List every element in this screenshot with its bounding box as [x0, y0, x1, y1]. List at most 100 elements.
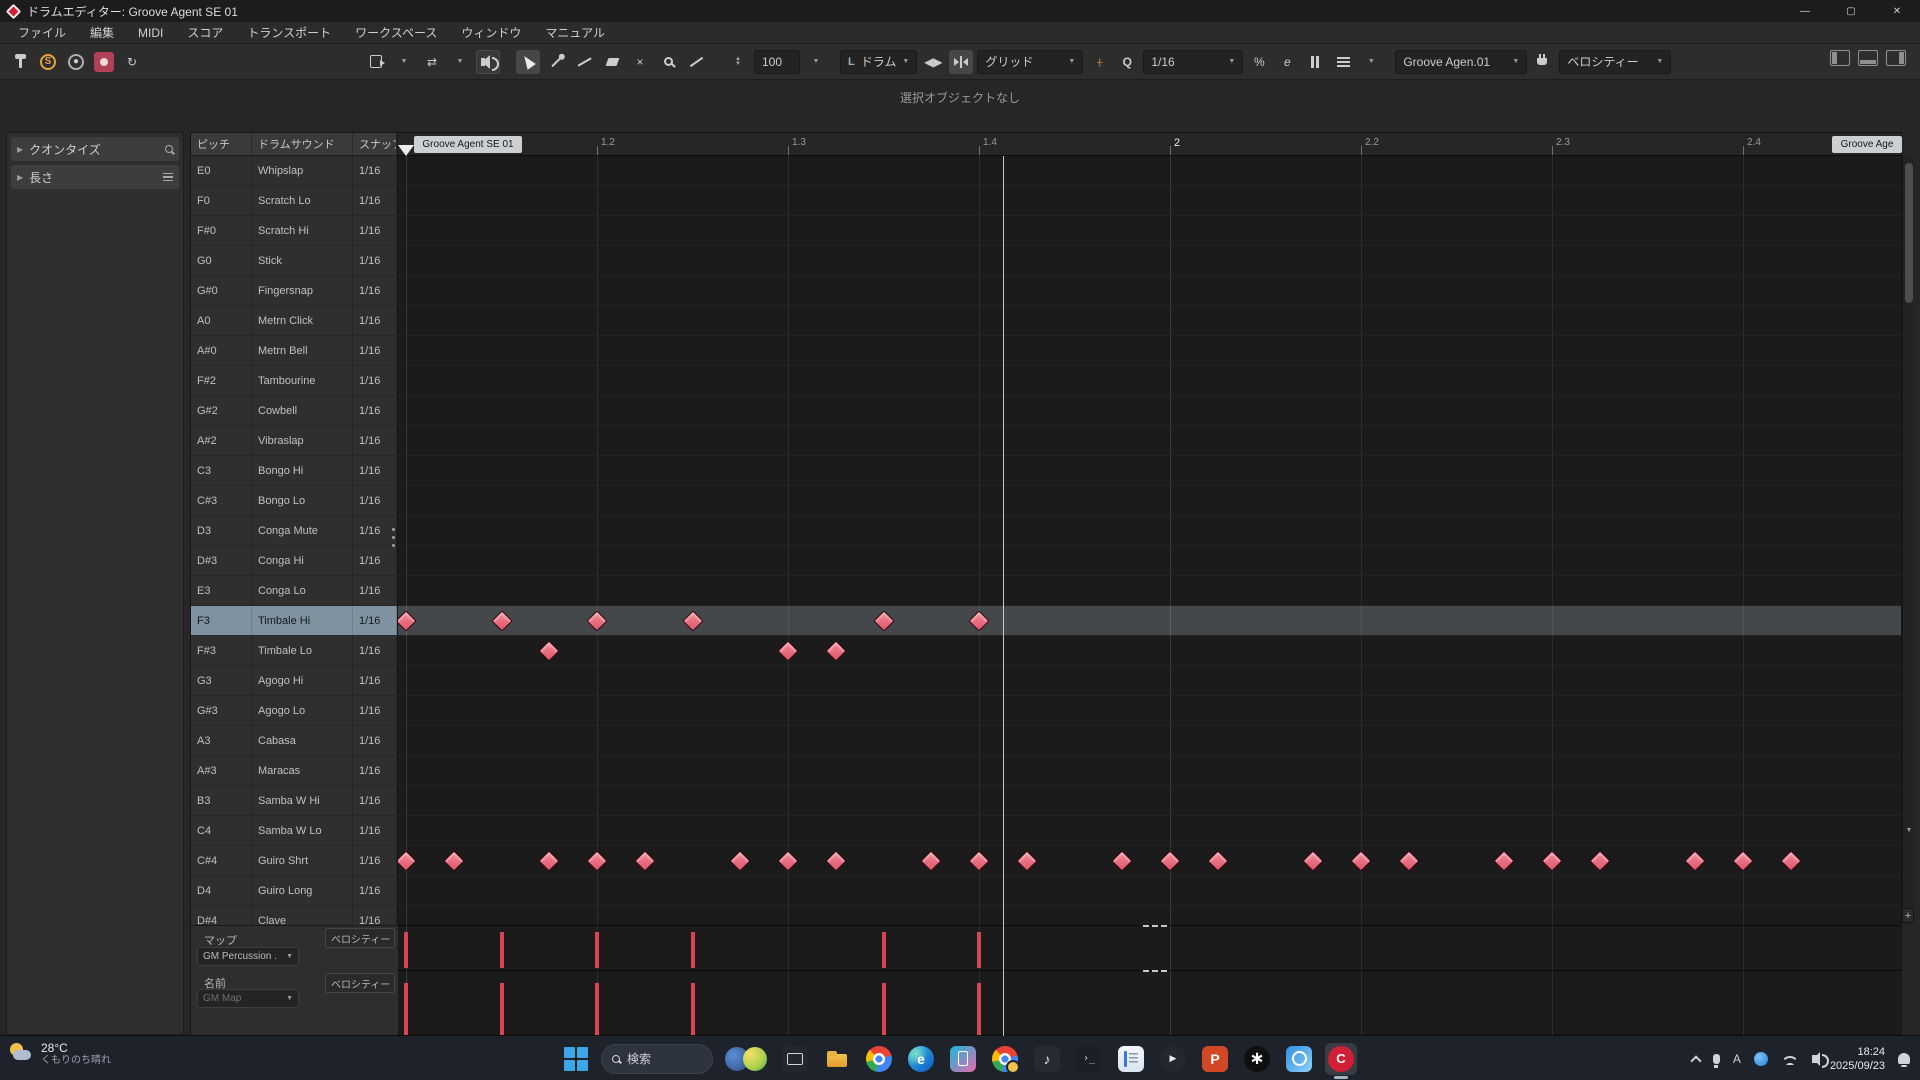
drum-row-F#2[interactable]: F#2 Tambourine 1/16 [191, 366, 397, 396]
velocity-lane-1[interactable] [398, 925, 1901, 969]
menu-item-6[interactable]: ウィンドウ [449, 22, 533, 44]
powerpoint-icon[interactable] [1199, 1043, 1231, 1075]
drum-row-G#2[interactable]: G#2 Cowbell 1/16 [191, 396, 397, 426]
velocity-bar[interactable] [881, 983, 886, 1035]
trim-tool[interactable] [572, 50, 596, 74]
snap-type-field[interactable]: グリッド ▼ [977, 49, 1084, 74]
note-length-display-button[interactable]: ◀▶ [921, 50, 945, 74]
left-zone-toggle-icon[interactable] [1830, 50, 1850, 66]
photos-icon[interactable] [1283, 1043, 1315, 1075]
event-colors-icon[interactable] [1331, 50, 1355, 74]
drum-row-A#0[interactable]: A#0 Metrn Bell 1/16 [191, 336, 397, 366]
name-select[interactable]: GM Map ▼ [197, 989, 299, 1008]
timeline-ruler[interactable]: Groove Agent SE 01 Groove Age 1.2 1.3 1.4 2… [398, 133, 1902, 156]
velocity-bar[interactable] [690, 932, 695, 968]
chrome2-icon[interactable] [989, 1043, 1021, 1075]
column-pitch[interactable]: ピッチ [191, 133, 252, 155]
terminal-icon[interactable] [1073, 1043, 1105, 1075]
scroll-down-icon[interactable]: ▼ [1903, 827, 1915, 834]
snap-toggle-icon[interactable] [949, 49, 974, 74]
drum-row-E3[interactable]: E3 Conga Lo 1/16 [191, 576, 397, 606]
drum-row-A3[interactable]: A3 Cabasa 1/16 [191, 726, 397, 756]
cubase-icon[interactable] [1325, 1042, 1357, 1075]
copilot-icon[interactable] [743, 1046, 767, 1071]
drum-row-C4[interactable]: C4 Samba W Lo 1/16 [191, 816, 397, 846]
mute-tool[interactable]: × [628, 50, 652, 74]
scrollbar-thumb[interactable] [1905, 163, 1913, 303]
drum-row-B3[interactable]: B3 Samba W Hi 1/16 [191, 786, 397, 816]
part-start-tag[interactable]: Groove Agent SE 01 [414, 136, 522, 153]
velocity-bar[interactable] [595, 932, 599, 968]
drum-row-G#3[interactable]: G#3 Agogo Lo 1/16 [191, 696, 397, 726]
close-button[interactable]: ✕ [1874, 0, 1920, 22]
note-grid[interactable]: Groove Agent SE 01 Groove Age 1.2 1.3 1.4 2… [398, 132, 1902, 1036]
chatgpt-icon[interactable] [1241, 1043, 1273, 1075]
column-snap[interactable]: スナップ [353, 133, 397, 155]
drum-row-F0[interactable]: F0 Scratch Lo 1/16 [191, 186, 397, 216]
menu-item-3[interactable]: スコア [175, 22, 235, 44]
maximize-button[interactable]: ▢ [1828, 0, 1874, 22]
velocity-bar[interactable] [690, 983, 695, 1035]
drum-row-D#3[interactable]: D#3 Conga Hi 1/16 [191, 546, 397, 576]
object-selection-tool[interactable] [516, 49, 540, 74]
record-in-editor-button[interactable] [92, 50, 116, 74]
quantize-preset-field[interactable]: 1/16 ▼ [1143, 49, 1244, 74]
drum-row-C#3[interactable]: C#3 Bongo Lo 1/16 [191, 486, 397, 516]
velocity-bar[interactable] [977, 983, 981, 1035]
inspector-section-1[interactable]: ▶ 長さ [11, 165, 179, 189]
iterative-quantize-button[interactable]: % [1247, 50, 1271, 74]
weather-widget[interactable]: 28°C くもりのち晴れ [8, 1041, 111, 1067]
hidden-icons-chevron-icon[interactable] [1690, 1054, 1702, 1067]
column-splitter-handle[interactable] [391, 528, 396, 547]
zoom-plus-button[interactable]: + [1902, 908, 1914, 923]
inspector-section-0[interactable]: ▶ クオンタイズ [11, 137, 179, 161]
minimize-button[interactable]: — [1782, 0, 1828, 22]
start-button[interactable] [563, 1046, 589, 1072]
drum-map-field[interactable]: Groove Agen.01 ▼ [1395, 49, 1528, 74]
menu-item-1[interactable]: 編集 [78, 22, 126, 44]
phone-link-icon[interactable] [947, 1043, 979, 1075]
chrome-icon[interactable] [863, 1043, 895, 1075]
search-input[interactable]: 検索 [601, 1043, 713, 1074]
drum-row-C3[interactable]: C3 Bongo Hi 1/16 [191, 456, 397, 486]
acoustic-feedback-button[interactable]: ● [64, 50, 88, 74]
drum-row-A#2[interactable]: A#2 Vibraslap 1/16 [191, 426, 397, 456]
drum-row-D4[interactable]: D4 Guiro Long 1/16 [191, 876, 397, 906]
insert-velocity-caret[interactable]: ▼ [804, 50, 828, 74]
controller-selector-field[interactable]: ベロシティー ▼ [1559, 49, 1672, 74]
drum-row-F3[interactable]: F3 Timbale Hi 1/16 [191, 606, 397, 636]
list-icon[interactable] [163, 172, 173, 182]
notepad-icon[interactable] [1115, 1043, 1147, 1075]
solo-editor-button[interactable]: S [36, 50, 60, 74]
part-end-tag[interactable]: Groove Age [1832, 136, 1902, 153]
lane-resize-handle[interactable] [1143, 970, 1167, 972]
microphone-icon[interactable] [1712, 1053, 1720, 1068]
part-edit-mode-button[interactable]: ⇄ [420, 50, 444, 74]
menu-item-5[interactable]: ワークスペース [343, 22, 449, 44]
drum-row-E0[interactable]: E0 Whipslap 1/16 [191, 156, 397, 186]
line-tool[interactable] [684, 50, 708, 74]
controller-lane-select-1[interactable]: ベロシティー [325, 928, 395, 948]
drum-row-A0[interactable]: A0 Metrn Click 1/16 [191, 306, 397, 336]
menu-item-2[interactable]: MIDI [126, 22, 175, 44]
media-icon[interactable] [1157, 1043, 1189, 1075]
velocity-spinner-icon[interactable]: ▲ ▼ [726, 50, 750, 74]
clock-widget[interactable]: 18:24 2025/09/23 [1830, 1045, 1885, 1073]
eraser-tool[interactable] [600, 50, 624, 74]
velocity-bar[interactable] [595, 983, 599, 1035]
zoom-tool[interactable] [656, 50, 680, 74]
cursor-triangle-marker[interactable] [398, 145, 414, 156]
velocity-bar[interactable] [499, 983, 504, 1035]
velocity-bar[interactable] [977, 932, 981, 968]
lower-zone-toggle-icon[interactable] [1858, 50, 1878, 66]
columns-icon[interactable] [1303, 50, 1327, 74]
menu-item-4[interactable]: トランスポート [235, 22, 343, 44]
music-icon[interactable] [1031, 1043, 1063, 1075]
pin-icon[interactable] [8, 50, 32, 74]
audition-icon[interactable] [476, 49, 500, 74]
autoscroll-button[interactable] [364, 50, 388, 74]
velocity-bar[interactable] [881, 932, 886, 968]
velocity-bar[interactable] [404, 983, 408, 1035]
drum-row-G3[interactable]: G3 Agogo Hi 1/16 [191, 666, 397, 696]
velocity-bar[interactable] [499, 932, 504, 968]
